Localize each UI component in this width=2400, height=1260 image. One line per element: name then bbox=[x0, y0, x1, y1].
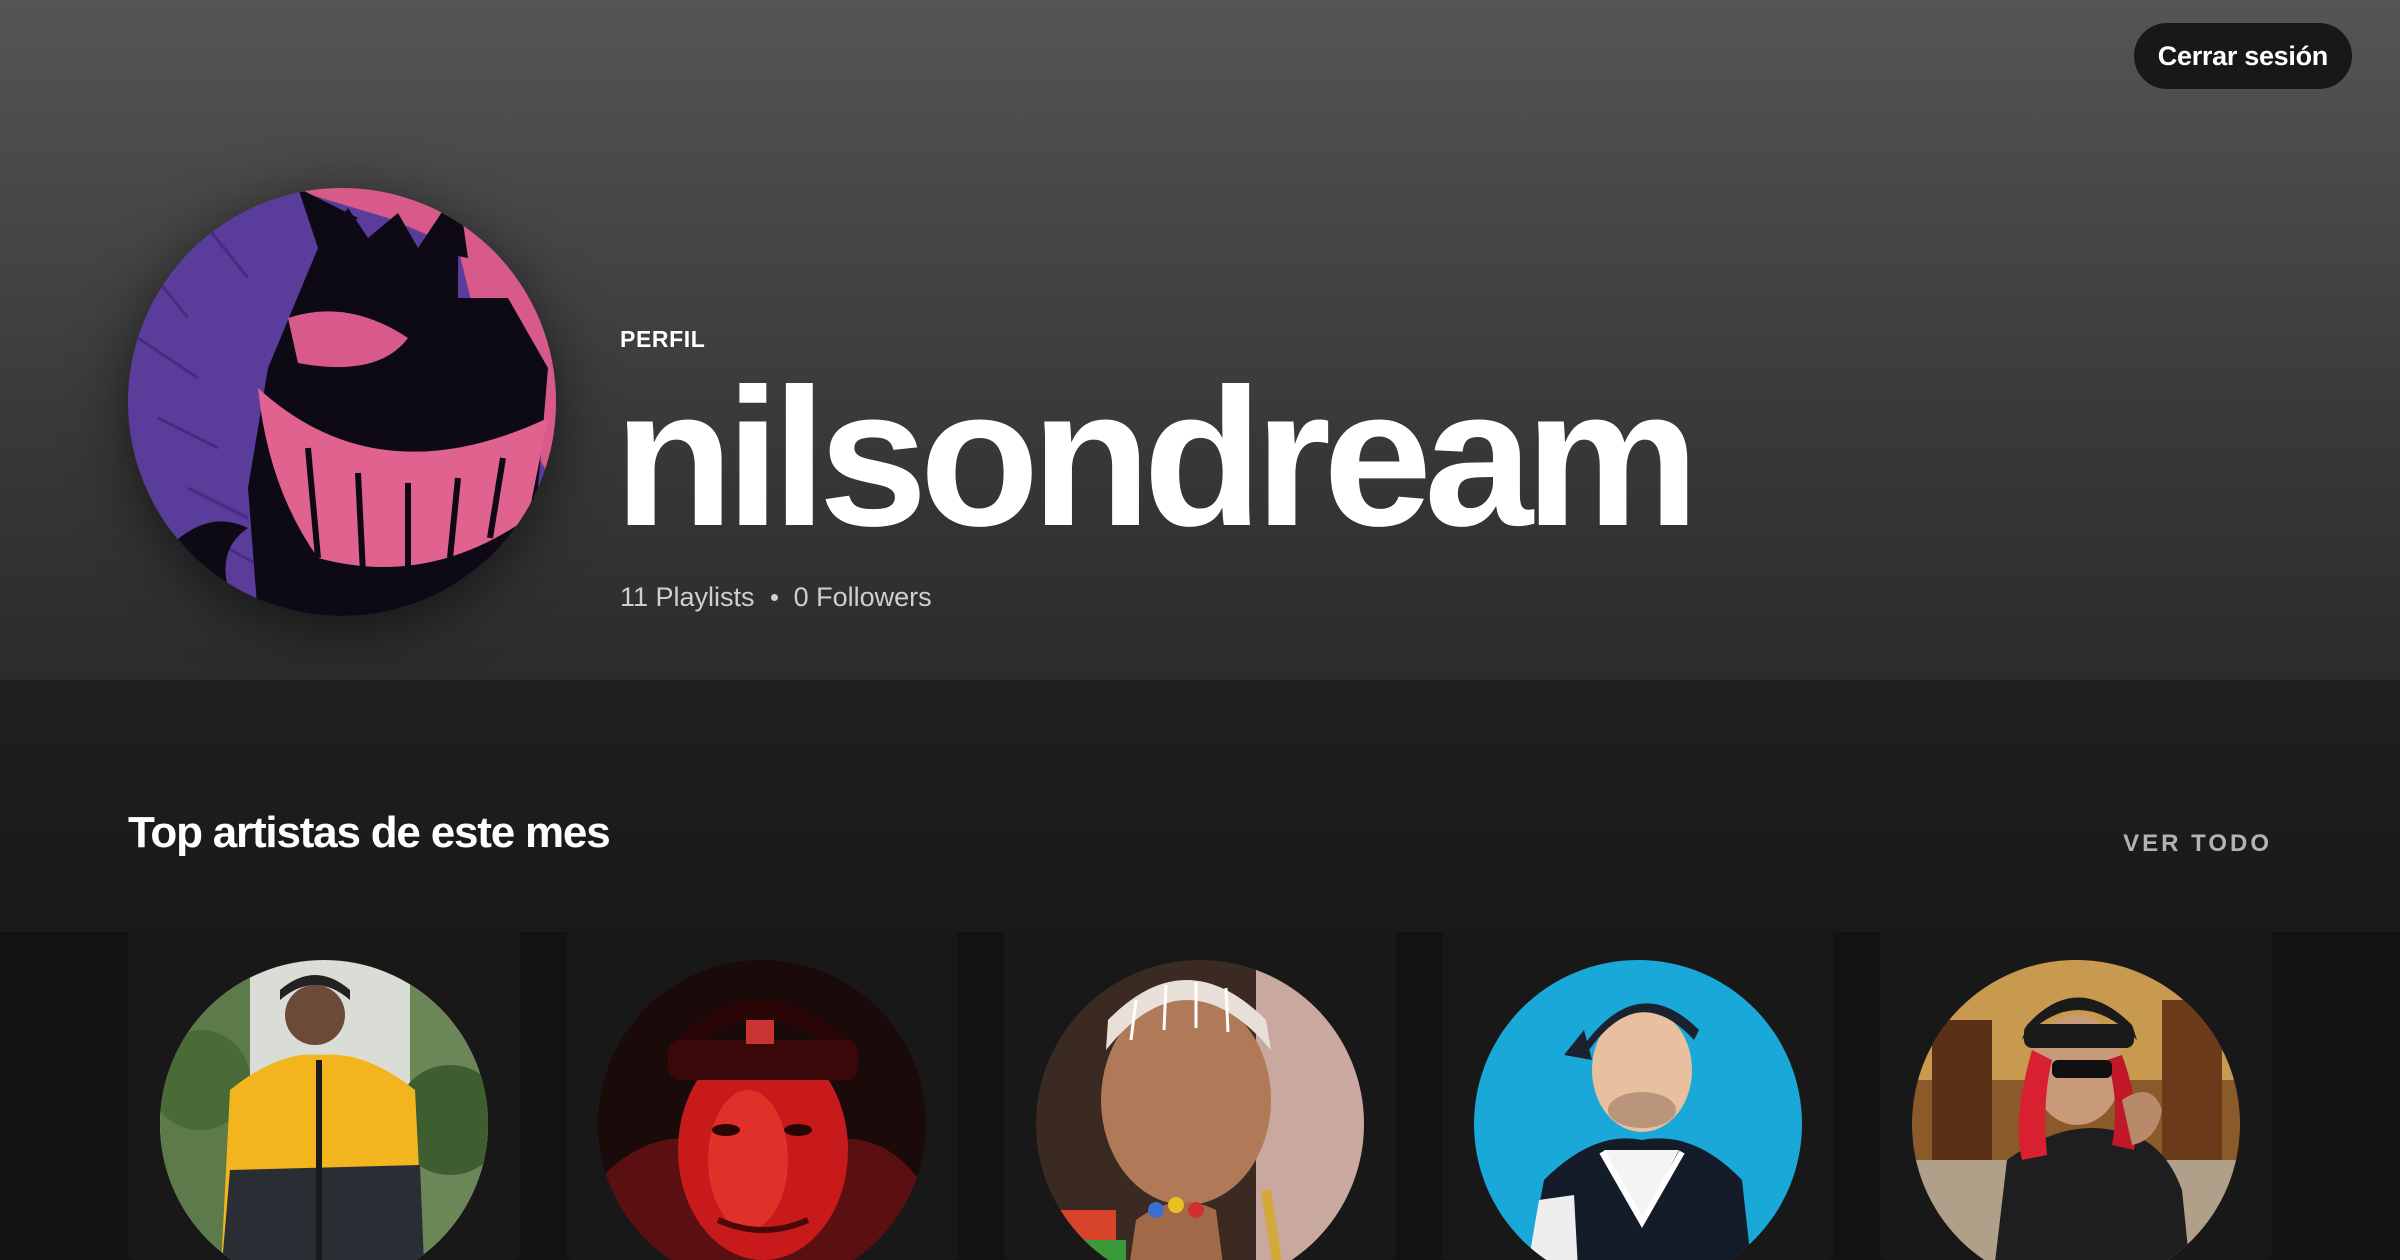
separator-dot-icon bbox=[770, 594, 778, 601]
profile-avatar bbox=[128, 188, 556, 616]
section-background bbox=[0, 680, 2400, 932]
profile-header: Cerrar sesión PERFIL nilsondream 11 Play… bbox=[0, 0, 2400, 680]
profile-page: Cerrar sesión PERFIL nilsondream 11 Play… bbox=[0, 0, 2400, 1260]
artist-photo bbox=[1474, 960, 1802, 1260]
ghost-avatar-icon bbox=[128, 188, 556, 616]
artist-photo bbox=[160, 960, 488, 1260]
artist-card[interactable] bbox=[1442, 930, 1834, 1260]
artist-card[interactable] bbox=[1880, 930, 2272, 1260]
artist-photo bbox=[598, 960, 926, 1260]
logout-button[interactable]: Cerrar sesión bbox=[2133, 23, 2352, 89]
artist-card[interactable] bbox=[128, 930, 520, 1260]
section-title: Top artistas de este mes bbox=[128, 808, 611, 857]
artist-photo bbox=[1912, 960, 2240, 1260]
playlists-count: 11 Playlists bbox=[620, 582, 755, 612]
artist-card[interactable] bbox=[1004, 930, 1396, 1260]
profile-stats: 11 Playlists 0 Followers bbox=[620, 582, 932, 613]
followers-count: 0 Followers bbox=[793, 582, 932, 612]
profile-username: nilsondream bbox=[614, 348, 1699, 567]
see-all-link[interactable]: VER TODO bbox=[2123, 830, 2272, 858]
artist-photo bbox=[1036, 960, 1364, 1260]
artist-cards-row bbox=[128, 930, 2272, 1260]
artist-card[interactable] bbox=[566, 930, 958, 1260]
